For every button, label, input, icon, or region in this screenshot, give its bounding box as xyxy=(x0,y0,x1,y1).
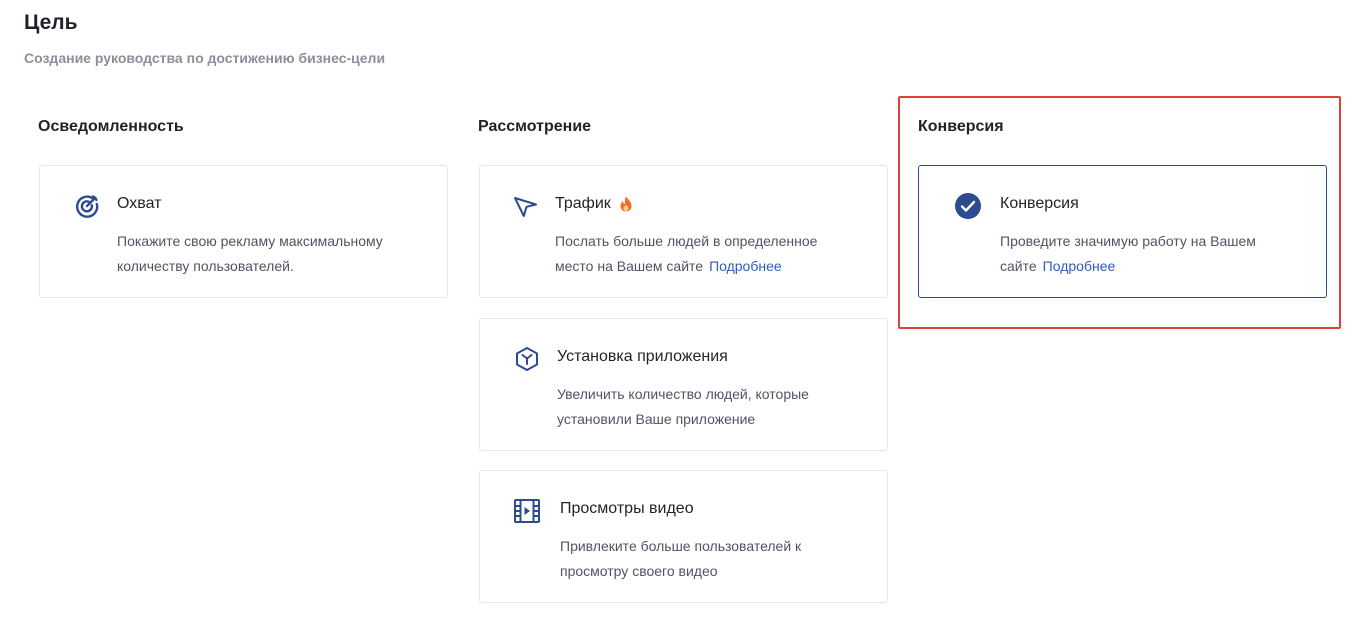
goal-card-traffic[interactable]: Трафик Послать больше людей в определенн… xyxy=(479,165,888,298)
video-film-icon xyxy=(513,497,541,525)
column-title-conversion: Конверсия xyxy=(918,118,1004,135)
goal-card-app-install[interactable]: Установка приложения Увеличить количеств… xyxy=(479,318,888,451)
column-title-consideration: Рассмотрение xyxy=(478,118,592,135)
learn-more-link[interactable]: Подробнее xyxy=(709,258,782,274)
target-icon xyxy=(73,192,101,220)
goal-card-title: Охват xyxy=(117,195,162,212)
goal-card-description: Увеличить количество людей, которые уста… xyxy=(557,386,809,427)
goal-card-title: Трафик xyxy=(555,195,633,213)
goal-card-description: Привлеките больше пользователей к просмо… xyxy=(560,538,802,579)
goal-card-conversion[interactable]: Конверсия Проведите значимую работу на В… xyxy=(918,165,1327,298)
page-subtitle: Создание руководства по достижению бизне… xyxy=(24,50,386,66)
goal-card-video-views[interactable]: Просмотры видео Привлеките больше пользо… xyxy=(479,470,888,603)
goal-card-title: Конверсия xyxy=(1000,195,1079,212)
learn-more-link[interactable]: Подробнее xyxy=(1043,258,1116,274)
goal-card-description: Послать больше людей в определенное мест… xyxy=(555,233,818,274)
page-title: Цель xyxy=(24,11,78,34)
fire-icon xyxy=(619,196,633,212)
goal-card-description: Проведите значимую работу на Вашем сайте… xyxy=(1000,233,1256,274)
goal-card-title: Установка приложения xyxy=(557,348,728,365)
goal-card-title: Просмотры видео xyxy=(560,500,694,517)
goal-card-description: Покажите свою рекламу максимальному коли… xyxy=(117,233,383,274)
check-circle-icon xyxy=(954,192,982,220)
goal-card-reach[interactable]: Охват Покажите свою рекламу максимальном… xyxy=(39,165,448,298)
column-title-awareness: Осведомленность xyxy=(38,118,184,135)
cursor-arrow-icon xyxy=(511,192,539,220)
app-cube-icon xyxy=(513,345,541,373)
